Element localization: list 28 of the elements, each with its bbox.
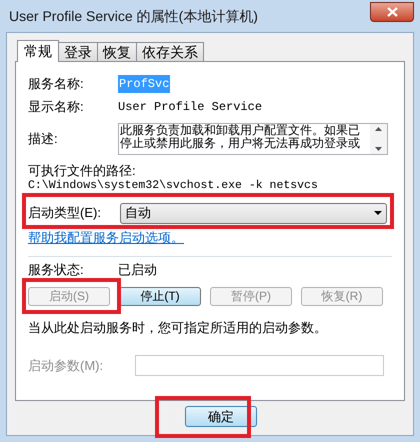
field-label: 启动类型(E): (28, 204, 102, 222)
description-text: 此服务负责加载和卸载用户配置文件。如果已停止或禁用此服务，用户将无法再成功登录或 (119, 124, 361, 152)
description-field[interactable]: 此服务负责加载和卸载用户配置文件。如果已停止或禁用此服务，用户将无法再成功登录或 (118, 123, 388, 155)
scroll-up-icon (375, 127, 382, 131)
ok-button[interactable]: 确定 (185, 406, 257, 427)
field-label: 描述: (28, 130, 59, 148)
close-button[interactable] (370, 2, 414, 22)
tab[interactable]: 依存关系 (136, 42, 204, 61)
tab[interactable]: 常规 (17, 40, 59, 62)
field-label: 启动参数(M): (28, 356, 104, 375)
hint-text: 当从此处启动服务时，您可指定所适用的启动参数。 (28, 318, 328, 336)
status-value: 已启动 (118, 260, 157, 279)
scroll-down-icon (375, 147, 382, 151)
dropdown-arrow-icon (374, 211, 382, 215)
field-label: 服务状态: (28, 260, 85, 279)
tab[interactable]: 登录 (58, 42, 98, 61)
service-button[interactable]: 停止(T) (119, 286, 201, 306)
field-label: 服务名称: (28, 75, 85, 94)
tab[interactable]: 恢复 (97, 42, 137, 61)
field-label: 可执行文件的路径: (28, 163, 137, 179)
close-icon (386, 7, 398, 17)
field-label: 显示名称: (28, 98, 85, 116)
help-link[interactable]: 帮助我配置服务启动选项。 (28, 228, 184, 248)
startup-type-dropdown[interactable]: 自动 (120, 202, 387, 224)
display-name-value: User Profile Service (118, 99, 262, 116)
path-value: C:\Windows\system32\svchost.exe -k netsvcs (28, 179, 319, 193)
window-title: User Profile Service 的属性(本地计算机) (9, 6, 258, 26)
service-name-value: ProfSvc (118, 75, 170, 93)
